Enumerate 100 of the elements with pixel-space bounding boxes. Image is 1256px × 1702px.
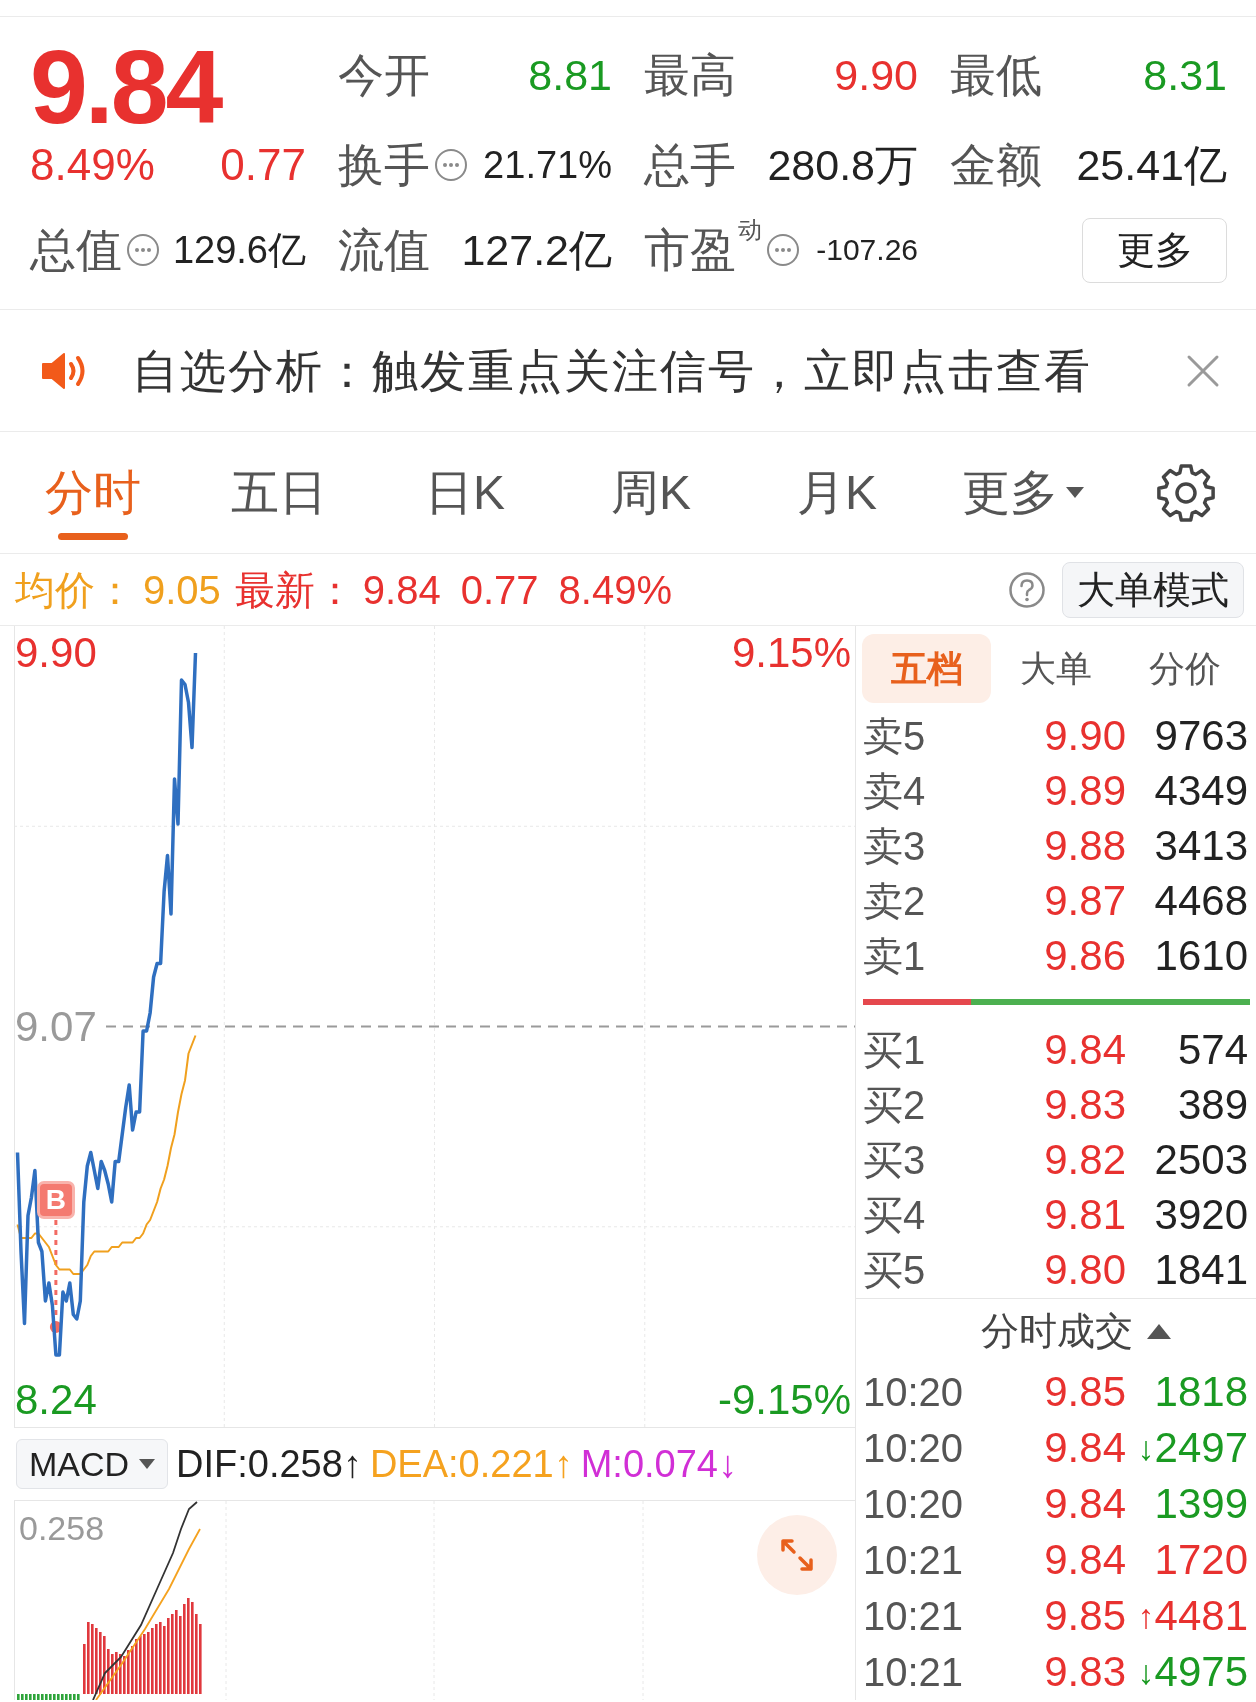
trade-time: 10:20 xyxy=(863,1372,964,1412)
order-price: 9.83 xyxy=(1044,1084,1126,1127)
order-price: 9.81 xyxy=(1044,1194,1126,1237)
order-volume: 4468 xyxy=(1154,879,1248,922)
stat-label: 金额 xyxy=(950,142,1042,188)
order-tab[interactable]: 分价 xyxy=(1120,634,1249,703)
stat-value: 8.81 xyxy=(528,53,612,97)
chart-tab[interactable]: 更多 xyxy=(930,432,1116,553)
indicator-value: M:0.074↓ xyxy=(580,1445,737,1483)
order-level-label: 买5 xyxy=(863,1250,926,1291)
caret-icon xyxy=(139,1459,156,1469)
trade-volume: 4975 xyxy=(1154,1651,1248,1693)
macd-axis-label: 0.258 xyxy=(19,1511,105,1545)
order-price: 9.88 xyxy=(1044,824,1126,867)
order-volume: 1841 xyxy=(1154,1249,1248,1292)
order-volume: 9763 xyxy=(1154,714,1248,757)
close-icon[interactable] xyxy=(1186,353,1220,388)
trade-time: 10:20 xyxy=(863,1484,964,1524)
chart-tab[interactable]: 五日 xyxy=(186,432,372,553)
settings-icon[interactable] xyxy=(1156,462,1216,523)
direction-arrow: ↓ xyxy=(1137,1655,1155,1689)
stat-value: -107.26 xyxy=(816,235,918,265)
order-level-label: 卖2 xyxy=(863,880,926,921)
stat-value: 9.90 xyxy=(834,53,918,97)
stat-label: 今开 xyxy=(338,52,430,98)
order-price: 9.89 xyxy=(1044,769,1126,812)
change-value: 0.77 xyxy=(460,569,539,610)
order-level-label: 买1 xyxy=(863,1030,926,1071)
average-value: 9.05 xyxy=(143,569,221,610)
stat-label: 流值 xyxy=(338,227,430,273)
trade-price: 9.84 xyxy=(1044,1427,1126,1469)
percent-axis-label: 9.15% xyxy=(731,632,851,674)
trade-price: 9.85 xyxy=(1044,1371,1126,1413)
point-marker-icon xyxy=(49,1321,62,1333)
order-price: 9.86 xyxy=(1044,934,1126,977)
trade-time: 10:21 xyxy=(863,1596,964,1636)
percent-axis-label: -9.15% xyxy=(717,1379,851,1421)
direction-arrow: ↑ xyxy=(1137,1599,1155,1633)
trade-price: 9.85 xyxy=(1044,1595,1126,1637)
latest-value: 9.84 xyxy=(362,569,441,610)
trades-title[interactable]: 分时成交 xyxy=(981,1312,1133,1351)
order-volume: 1610 xyxy=(1154,934,1248,977)
stat-label: 换手 xyxy=(338,142,430,188)
order-price: 9.80 xyxy=(1044,1249,1126,1292)
stat-label: 总值 xyxy=(30,227,122,273)
superscript-label: 动 xyxy=(738,218,762,242)
order-level-label: 买3 xyxy=(863,1140,926,1181)
help-icon[interactable] xyxy=(1008,570,1046,609)
trade-time: 10:20 xyxy=(863,1428,964,1468)
y-axis-label: 8.24 xyxy=(15,1379,97,1421)
direction-arrow: ↓ xyxy=(1137,1431,1155,1465)
order-price: 9.84 xyxy=(1044,1029,1126,1072)
stat-value: 21.71% xyxy=(483,146,612,184)
more-button[interactable]: 更多 xyxy=(1082,217,1227,283)
caret-icon[interactable] xyxy=(1147,1323,1171,1339)
stat-value: 8.31 xyxy=(1143,53,1227,97)
stat-label: 最高 xyxy=(644,52,736,98)
stat-label: 最低 xyxy=(950,52,1042,98)
indicator-selector[interactable]: MACD xyxy=(16,1439,168,1489)
order-volume: 2503 xyxy=(1154,1139,1248,1182)
order-level-label: 买4 xyxy=(863,1195,926,1236)
trade-volume: 1818 xyxy=(1154,1371,1248,1413)
indicator-value: DEA:0.221↑ xyxy=(369,1445,573,1483)
order-volume: 3413 xyxy=(1154,824,1248,867)
trade-time: 10:21 xyxy=(863,1540,964,1580)
order-level-label: 卖5 xyxy=(863,715,926,756)
stat-value: 280.8万 xyxy=(767,143,918,187)
trade-volume: 1399 xyxy=(1154,1483,1248,1525)
mode-button[interactable]: 大单模式 xyxy=(1062,561,1244,618)
trade-price: 9.83 xyxy=(1044,1651,1126,1693)
info-icon[interactable] xyxy=(126,233,160,267)
stat-label: 总手 xyxy=(644,142,736,188)
order-level-label: 卖4 xyxy=(863,770,926,811)
trade-volume: 1720 xyxy=(1154,1539,1248,1581)
order-tab[interactable]: 大单 xyxy=(991,634,1120,703)
trade-price: 9.84 xyxy=(1044,1539,1126,1581)
alert-text[interactable]: 自选分析：触发重点关注信号，立即点击查看 xyxy=(132,347,1092,394)
info-icon[interactable] xyxy=(434,148,468,182)
chart-tab[interactable]: 日K xyxy=(372,432,558,553)
average-label: 均价： xyxy=(15,569,135,610)
trade-volume: 4481 xyxy=(1154,1595,1248,1637)
chart-tab[interactable]: 月K xyxy=(744,432,930,553)
order-volume: 4349 xyxy=(1154,769,1248,812)
trade-volume: 2497 xyxy=(1154,1427,1248,1469)
stat-label: 市盈 xyxy=(644,227,736,273)
y-axis-label: 9.90 xyxy=(15,632,97,674)
order-volume: 3920 xyxy=(1154,1194,1248,1237)
price-value: 9.84 xyxy=(30,35,221,139)
order-price: 9.87 xyxy=(1044,879,1126,922)
order-price: 9.90 xyxy=(1044,714,1126,757)
order-price: 9.82 xyxy=(1044,1139,1126,1182)
change-percent: 8.49% xyxy=(558,569,672,610)
change-value: 0.77 xyxy=(220,143,306,187)
stat-value: 127.2亿 xyxy=(461,228,612,272)
order-level-label: 卖3 xyxy=(863,825,926,866)
order-level-label: 卖1 xyxy=(863,935,926,976)
chart-tab[interactable]: 周K xyxy=(558,432,744,553)
trade-marker: B xyxy=(36,1181,75,1219)
info-icon[interactable] xyxy=(766,233,800,267)
y-axis-label: 9.07 xyxy=(15,1005,97,1048)
